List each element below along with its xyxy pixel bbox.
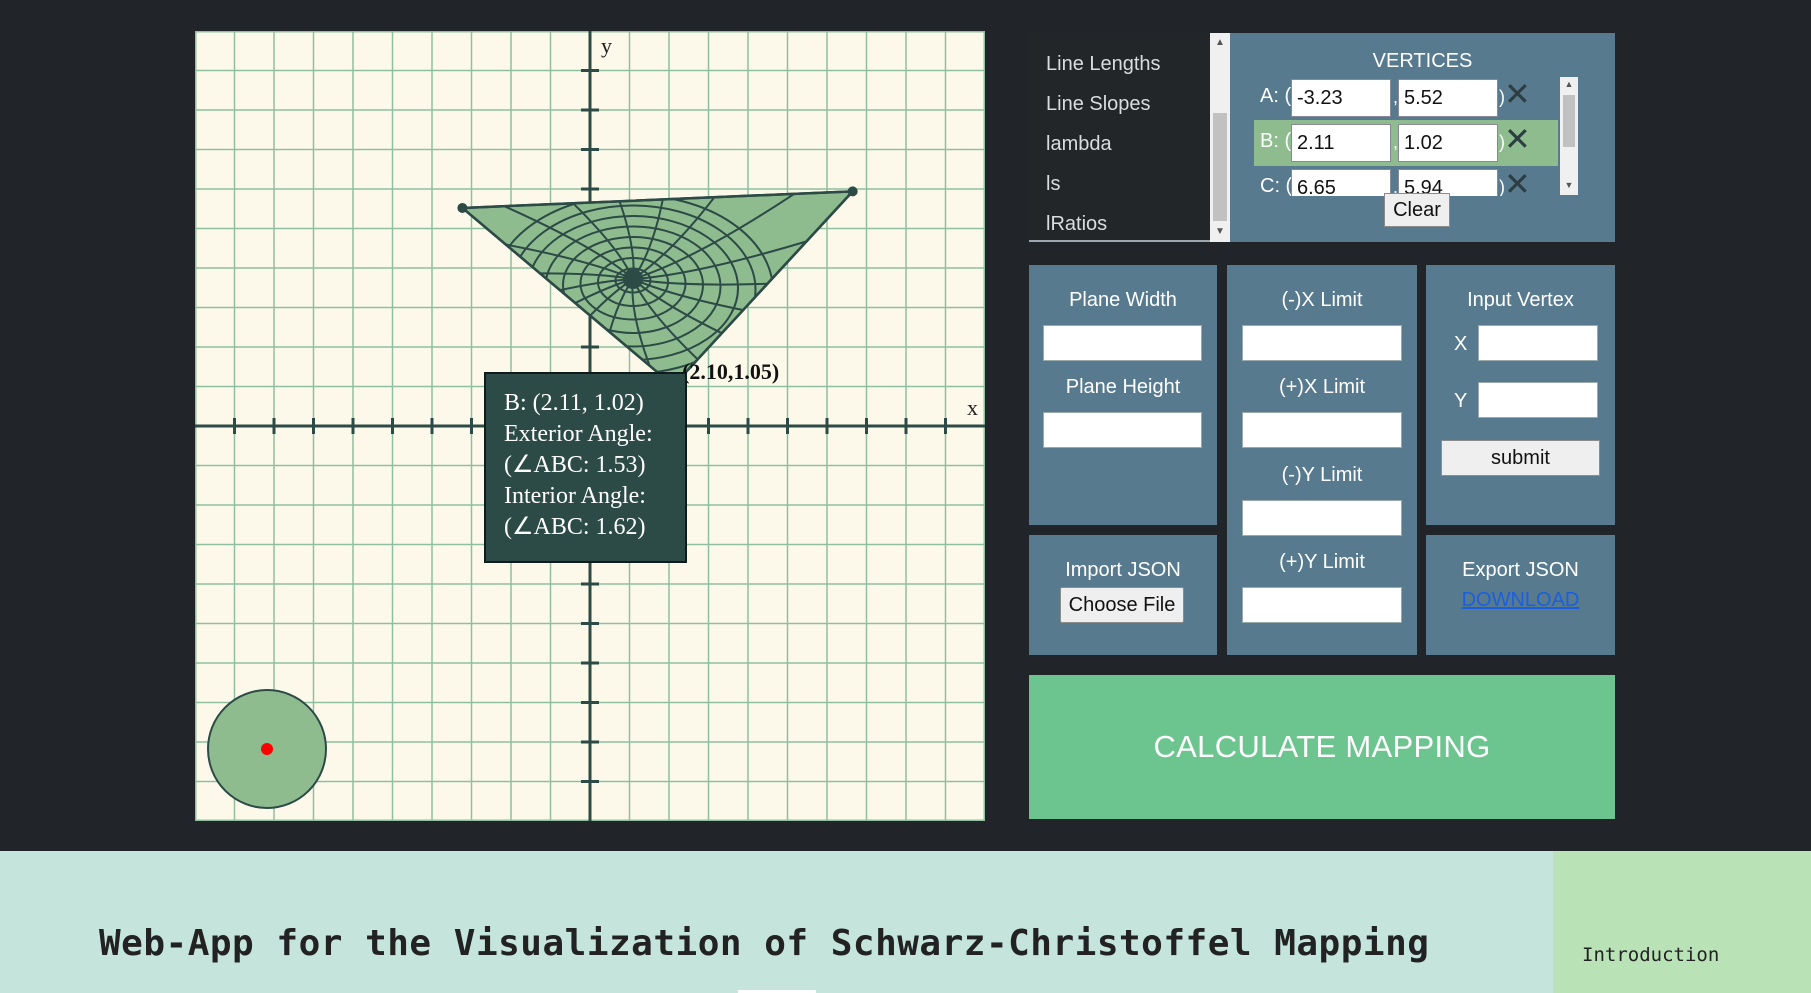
input-y-label: Y xyxy=(1454,390,1468,412)
choose-file-button[interactable]: Choose File xyxy=(1060,587,1184,623)
download-link[interactable]: DOWNLOAD xyxy=(1426,589,1615,612)
calculate-mapping-button[interactable]: CALCULATE MAPPING xyxy=(1029,675,1615,819)
menu-item-lambda[interactable]: lambda xyxy=(1046,133,1112,156)
delete-vertex-icon[interactable]: ✕ xyxy=(1504,165,1531,196)
export-json-panel: Export JSON DOWNLOAD xyxy=(1426,535,1615,655)
plane-height-label: Plane Height xyxy=(1065,376,1181,398)
export-json-title: Export JSON xyxy=(1462,559,1579,581)
neg-y-limit-input[interactable] xyxy=(1242,500,1402,536)
unit-disk[interactable] xyxy=(207,689,327,809)
vertex-x-input[interactable] xyxy=(1291,169,1391,196)
tooltip-line: Exterior Angle: xyxy=(504,421,653,447)
neg-y-limit-label: (-)Y Limit xyxy=(1281,464,1363,486)
complex-plane[interactable]: x y (2.10,1.05) B: (2.11, 1.02) Exterior… xyxy=(195,31,985,821)
vertices-list[interactable]: A: ( , ) ✕ B: ( , ) ✕ C: ( , ) ✕ xyxy=(1254,75,1578,196)
plane-width-input[interactable] xyxy=(1043,325,1202,361)
pos-y-limit-label: (+)Y Limit xyxy=(1279,551,1365,573)
plane-width-label: Plane Width xyxy=(1069,289,1177,311)
vertex-label: A: ( xyxy=(1260,85,1292,107)
pos-y-limit-input[interactable] xyxy=(1242,587,1402,623)
vertex-y-input[interactable] xyxy=(1398,124,1498,162)
mesh-center xyxy=(623,269,643,289)
disk-point xyxy=(261,743,273,755)
pos-x-limit-label: (+)X Limit xyxy=(1278,376,1366,398)
footer-bar: Web-App for the Visualization of Schwarz… xyxy=(0,851,1811,993)
input-vertex-y[interactable] xyxy=(1478,382,1598,418)
input-x-label: X xyxy=(1454,333,1468,355)
vertex-x-input[interactable] xyxy=(1291,124,1391,162)
import-json-title: Import JSON xyxy=(1065,559,1181,581)
vertex-x-input[interactable] xyxy=(1291,79,1391,117)
vertex-row-c[interactable]: C: ( , ) ✕ xyxy=(1254,165,1558,196)
limits-panel: (-)X Limit (+)X Limit (-)Y Limit (+)Y Li… xyxy=(1227,265,1417,655)
input-vertex-panel: Input Vertex X Y submit xyxy=(1426,265,1615,525)
plane-height-input[interactable] xyxy=(1043,412,1202,448)
vertex-tooltip: B: (2.11, 1.02) Exterior Angle: (∠ABC: 1… xyxy=(484,372,687,563)
menu-item-line-lengths[interactable]: Line Lengths xyxy=(1046,53,1161,76)
menu-scrollbar[interactable]: ▲ ▼ xyxy=(1210,33,1230,242)
vertex-label: B: ( xyxy=(1260,130,1292,152)
delete-vertex-icon[interactable]: ✕ xyxy=(1504,120,1531,158)
scroll-thumb[interactable] xyxy=(1563,95,1575,147)
neg-x-limit-label: (-)X Limit xyxy=(1281,289,1363,311)
introduction-tab[interactable]: Introduction xyxy=(1553,851,1811,993)
tooltip-line: (∠ABC: 1.62) xyxy=(504,514,646,540)
vertex-coordinate-label: (2.10,1.05) xyxy=(682,359,779,384)
scroll-down-icon[interactable]: ▼ xyxy=(1560,180,1578,190)
tooltip-line: B: (2.11, 1.02) xyxy=(504,390,644,416)
submit-button[interactable]: submit xyxy=(1441,440,1600,476)
menu-item-line-slopes[interactable]: Line Slopes xyxy=(1046,93,1151,116)
input-vertex-x[interactable] xyxy=(1478,325,1598,361)
menu-item-ls[interactable]: ls xyxy=(1046,173,1060,196)
display-options-list[interactable]: Line Lengths Line Slopes lambda ls lRati… xyxy=(1029,33,1229,242)
tooltip-line: (∠ABC: 1.53) xyxy=(504,452,646,478)
menu-item-lratios[interactable]: lRatios xyxy=(1046,213,1107,236)
x-axis-label: x xyxy=(967,395,978,420)
neg-x-limit-input[interactable] xyxy=(1242,325,1402,361)
app-title: Web-App for the Visualization of Schwarz… xyxy=(99,923,1430,964)
introduction-tab-label: Introduction xyxy=(1582,944,1720,966)
pos-x-limit-input[interactable] xyxy=(1242,412,1402,448)
clear-button[interactable]: Clear xyxy=(1384,193,1450,227)
vertex-y-input[interactable] xyxy=(1398,79,1498,117)
scroll-thumb[interactable] xyxy=(1213,113,1227,221)
import-json-panel: Import JSON Choose File xyxy=(1029,535,1217,655)
vertex-row-b[interactable]: B: ( , ) ✕ xyxy=(1254,120,1558,166)
delete-vertex-icon[interactable]: ✕ xyxy=(1504,75,1531,113)
y-axis-label: y xyxy=(601,33,612,58)
vertex-row-a[interactable]: A: ( , ) ✕ xyxy=(1254,75,1558,121)
scroll-up-icon[interactable]: ▲ xyxy=(1210,37,1230,48)
vertices-scrollbar[interactable]: ▲ ▼ xyxy=(1560,77,1578,195)
vertices-title: VERTICES xyxy=(1372,50,1473,72)
vertex-y-input[interactable] xyxy=(1398,169,1498,196)
scroll-down-icon[interactable]: ▼ xyxy=(1210,226,1230,237)
scroll-up-icon[interactable]: ▲ xyxy=(1560,79,1578,89)
plane-size-panel: Plane Width Plane Height xyxy=(1029,265,1217,525)
vertex-label: C: ( xyxy=(1260,175,1293,196)
tooltip-line: Interior Angle: xyxy=(504,483,646,509)
input-vertex-title: Input Vertex xyxy=(1467,289,1574,311)
